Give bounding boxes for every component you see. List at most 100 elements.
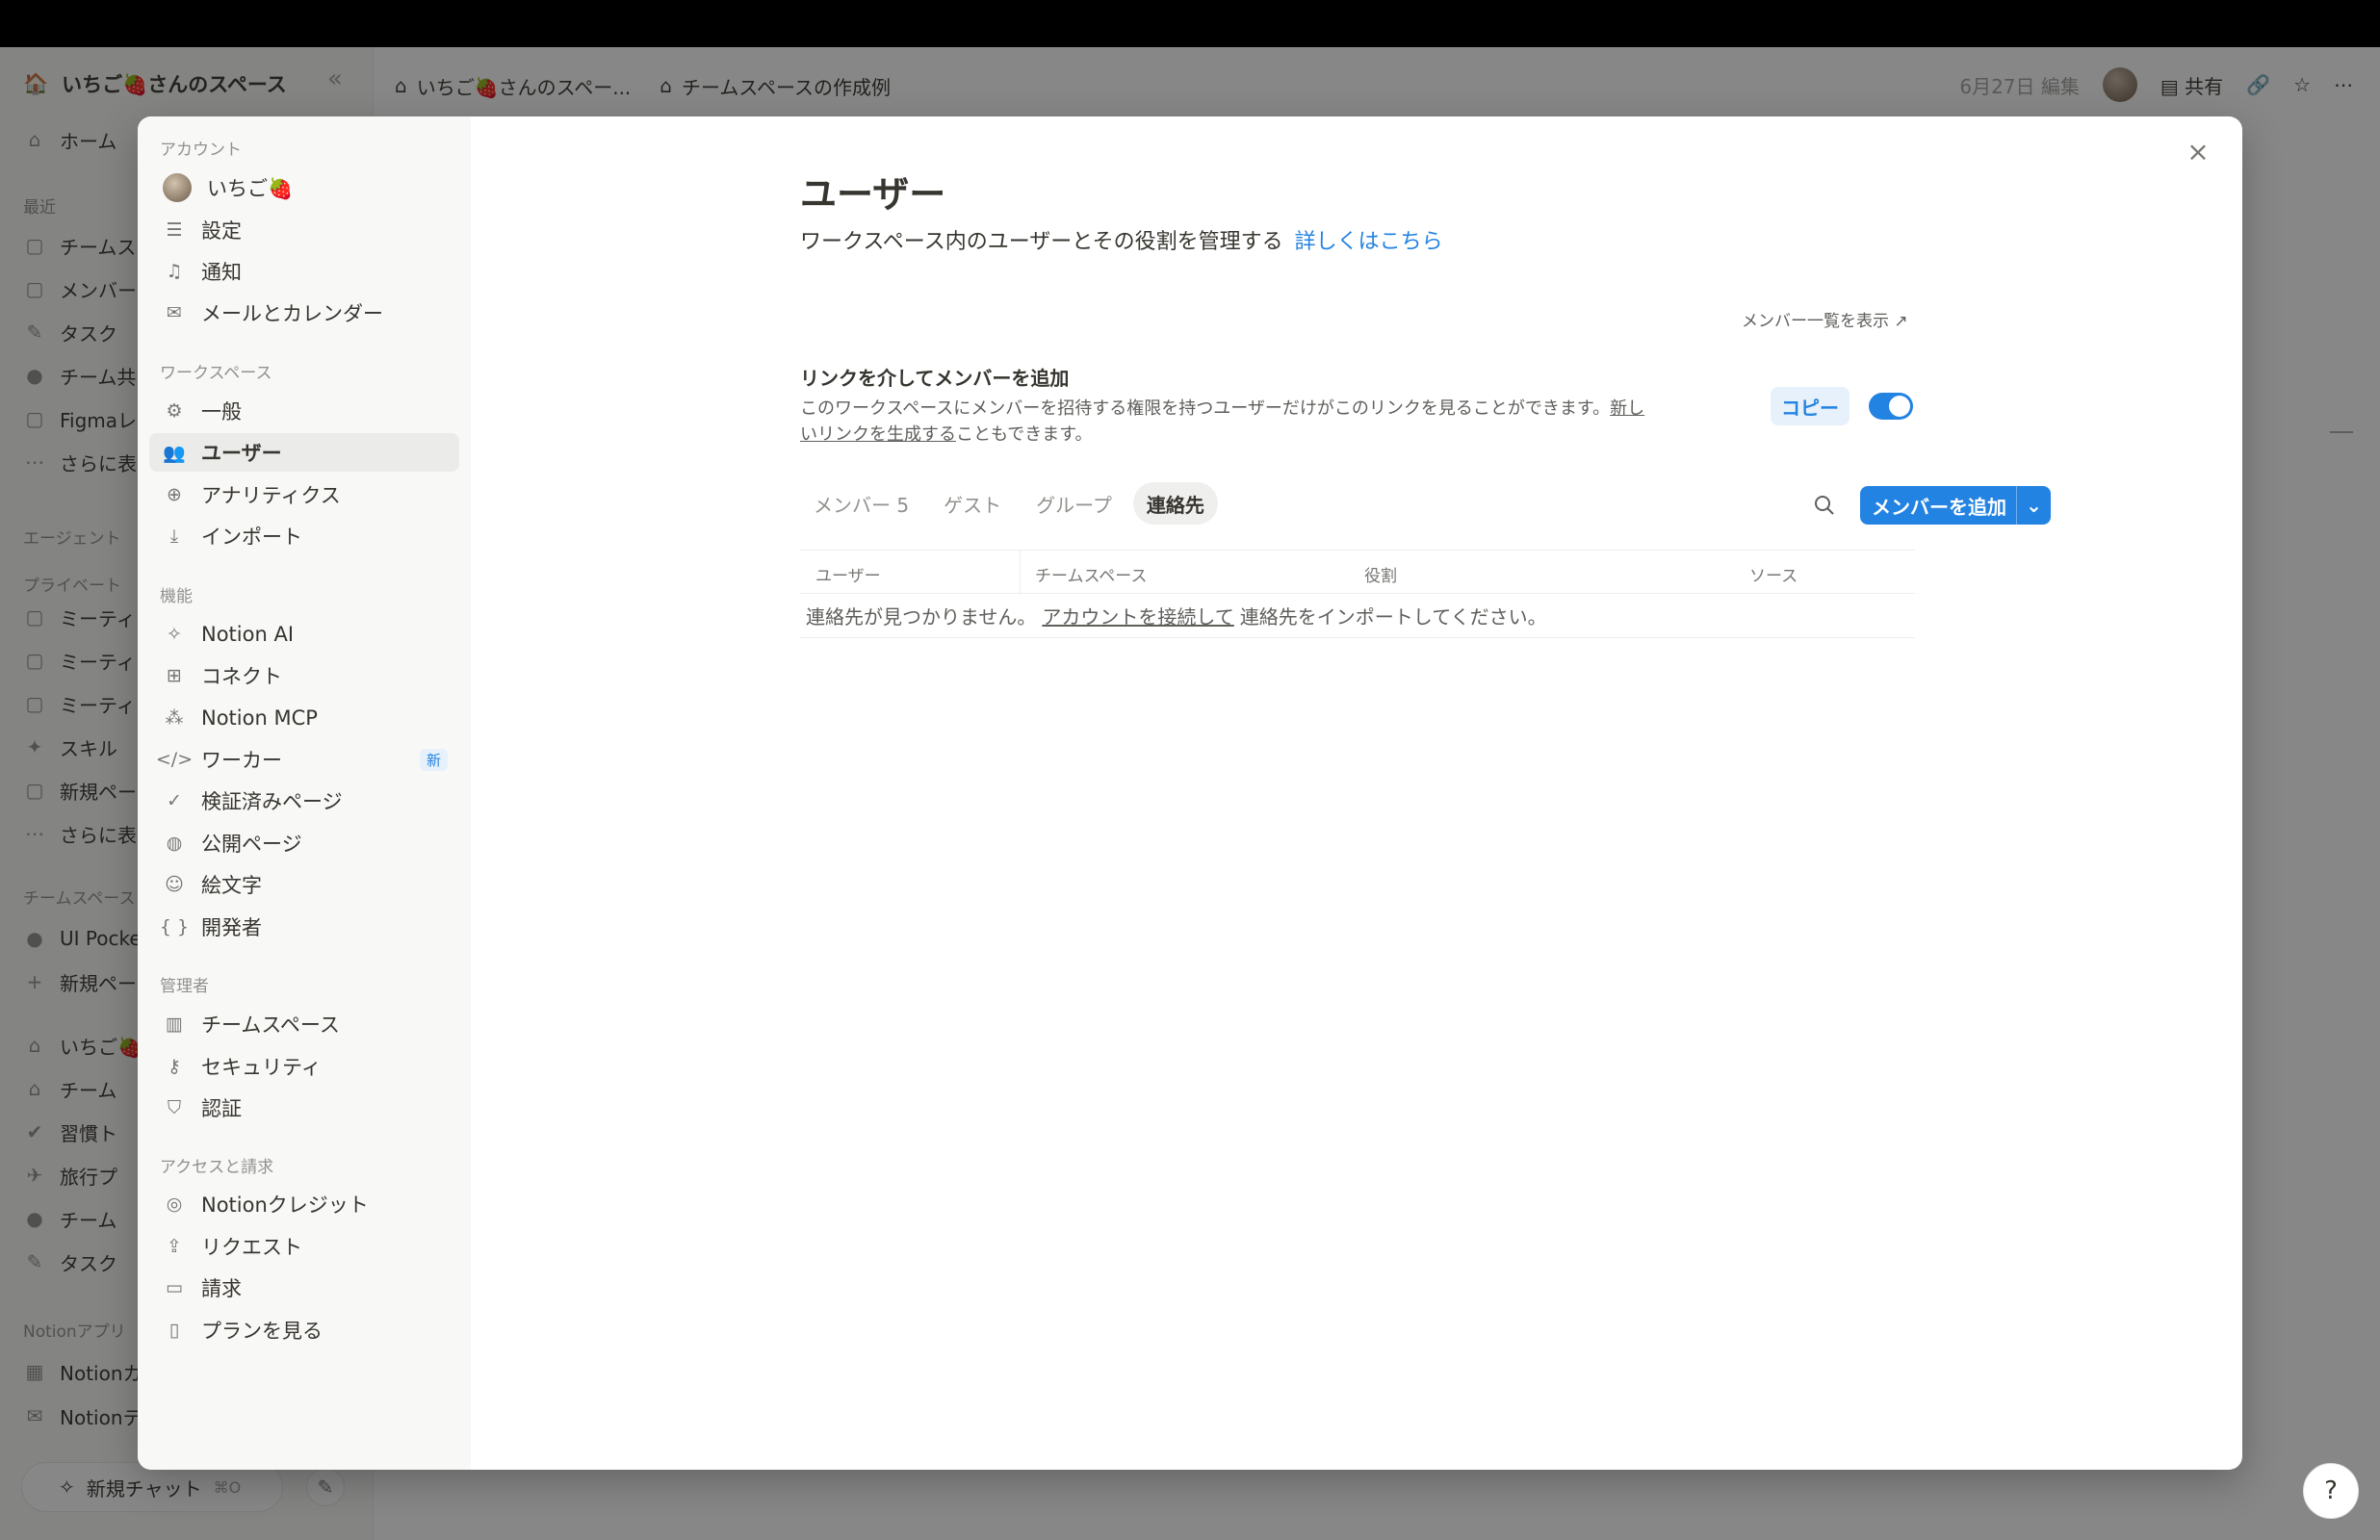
section-label-account: アカウント [160,141,242,160]
section-label-workspace: ワークスペース [160,364,272,383]
help-button[interactable]: ? [2303,1463,2359,1519]
settings-item-workers[interactable]: </> ワーカー 新 [149,740,459,779]
settings-item-connections[interactable]: ⊞ コネクト [149,656,459,695]
show-member-list-link[interactable]: メンバー一覧を表示 ↗ [1742,307,1908,331]
settings-item-label: 一般 [201,400,242,424]
add-member-button[interactable]: メンバーを追加 ⌄ [1860,486,2051,525]
settings-sidebar: アカウント いちご🍓 ☰ 設定 ♫ 通知 ✉ メールとカレンダー ワークスペース ⚙ 一… [138,116,471,1470]
settings-item-verified-pages[interactable]: ✓ 検証済みページ [149,782,459,820]
close-icon[interactable]: × [2181,134,2215,168]
settings-item-public-pages[interactable]: ◍ 公開ページ [149,824,459,862]
credit-icon: ◎ [166,1194,183,1215]
settings-item-plans[interactable]: ▯ プランを見る [149,1311,459,1349]
sliders-icon: ☰ [166,219,183,241]
download-icon: ⤓ [169,526,179,547]
settings-item-mcp[interactable]: ⁂ Notion MCP [149,699,459,737]
system-top-bar [0,0,2380,47]
settings-item-label: Notion AI [201,623,295,646]
settings-item-label: 認証 [201,1097,242,1120]
settings-item-label: ユーザー [201,442,282,465]
connect-account-link[interactable]: アカウントを接続して [1042,602,1233,629]
settings-item-notifications[interactable]: ♫ 通知 [149,252,459,291]
map-icon: ▯ [168,1320,180,1341]
settings-item-label: メールとカレンダー [201,302,383,325]
upload-icon: ⇪ [167,1236,182,1257]
invite-link-toggle[interactable] [1869,393,1913,420]
settings-item-billing[interactable]: ▭ 請求 [149,1269,459,1307]
settings-item-security[interactable]: ⚷ セキュリティ [149,1047,459,1086]
settings-item-label: 通知 [201,261,242,284]
column-header-role[interactable]: 役割 [1364,562,1397,586]
tab-members[interactable]: メンバー 5 [800,482,922,525]
page-subtitle: ワークスペース内のユーザーとその役割を管理する 詳しくはこちら [800,224,1443,255]
settings-item-label: リクエスト [201,1236,302,1259]
search-icon[interactable] [1811,492,1838,519]
settings-item-general[interactable]: ⚙ 一般 [149,392,459,430]
tab-guests[interactable]: ゲスト [930,482,1015,525]
settings-item-emoji[interactable]: ☺ 絵文字 [149,865,459,904]
smile-icon: ☺ [165,874,184,895]
settings-item-profile[interactable]: いちご🍓 [149,168,459,207]
settings-item-label: 開発者 [201,916,262,939]
column-header-teamspace[interactable]: チームスペース [1035,562,1147,586]
empty-state-text: 連絡先が見つかりません。 [806,605,1037,629]
braces-icon: { } [159,916,190,937]
invite-link-title: リンクを介してメンバーを追加 [800,367,1070,390]
gear-icon: ⚙ [166,400,183,422]
analytics-icon: ⊕ [167,484,182,505]
settings-item-teamspaces[interactable]: ▥ チームスペース [149,1005,459,1043]
settings-content: × ユーザー ワークスペース内のユーザーとその役割を管理する 詳しくはこちら メン… [471,116,2242,1470]
column-header-user[interactable]: ユーザー [815,562,881,586]
settings-item-credits[interactable]: ◎ Notionクレジット [149,1185,459,1223]
outline-marker [2330,431,2353,433]
contacts-table: ユーザー チームスペース 役割 ソース 連絡先が見つかりません。 アカウントを接続… [800,550,1915,638]
settings-item-identity[interactable]: ⛉ 認証 [149,1089,459,1127]
table-header: ユーザー チームスペース 役割 ソース [800,550,1915,595]
settings-item-analytics[interactable]: ⊕ アナリティクス [149,475,459,514]
settings-item-label: いちご🍓 [207,177,294,200]
tab-groups[interactable]: グループ [1022,482,1125,525]
invite-desc-text: このワークスペースにメンバーを招待する権限を持つユーザーだけがこのリンクを見るこ… [800,398,1611,419]
verified-icon: ✓ [167,790,182,811]
section-label-admin: 管理者 [160,977,209,996]
settings-item-label: Notion MCP [201,706,318,730]
settings-modal: アカウント いちご🍓 ☰ 設定 ♫ 通知 ✉ メールとカレンダー ワークスペース ⚙ 一… [138,116,2242,1470]
chevron-down-icon[interactable]: ⌄ [2016,486,2051,525]
settings-item-label: Notionクレジット [201,1194,369,1217]
settings-item-notion-ai[interactable]: ✧ Notion AI [149,615,459,654]
section-label-features: 機能 [160,587,193,606]
settings-item-label: ワーカー [201,749,282,772]
ai-icon: ✧ [167,624,182,645]
subtitle-text: ワークスペース内のユーザーとその役割を管理する [800,230,1283,254]
settings-item-mail-calendar[interactable]: ✉ メールとカレンダー [149,294,459,332]
settings-item-developers[interactable]: { } 開発者 [149,908,459,946]
settings-item-preferences[interactable]: ☰ 設定 [149,211,459,249]
page-title: ユーザー [800,173,946,216]
section-label-billing: アクセスと請求 [160,1158,274,1177]
invite-link-description: このワークスペースにメンバーを招待する権限を持つユーザーだけがこのリンクを見るこ… [800,396,1647,448]
settings-item-users[interactable]: 👥 ユーザー [149,433,459,472]
settings-item-label: アナリティクス [201,484,341,507]
tab-contacts[interactable]: 連絡先 [1132,482,1218,525]
invite-desc-text: こともできます。 [956,424,1093,445]
learn-more-link[interactable]: 詳しくはこちら [1295,230,1443,254]
settings-item-label: 公開ページ [201,833,302,856]
bell-icon: ♫ [166,261,183,282]
settings-item-import[interactable]: ⤓ インポート [149,517,459,555]
column-header-source[interactable]: ソース [1749,562,1798,586]
copy-link-button[interactable]: コピー [1771,387,1850,425]
user-tabs: メンバー 5 ゲスト グループ 連絡先 [800,482,1218,525]
settings-item-requests[interactable]: ⇪ リクエスト [149,1227,459,1266]
settings-item-label: チームスペース [201,1014,340,1037]
add-member-label: メンバーを追加 [1872,495,2006,519]
grid-icon: ⊞ [167,665,182,686]
settings-item-label: インポート [201,526,302,549]
settings-item-label: プランを見る [201,1320,323,1343]
settings-item-label: 請求 [201,1277,242,1300]
settings-item-label: セキュリティ [201,1056,322,1079]
settings-item-label: 設定 [201,219,242,243]
mail-icon: ✉ [167,302,182,323]
empty-state-row: 連絡先が見つかりません。 アカウントを接続して 連絡先をインポートしてください。 [800,594,1915,638]
settings-item-label: 絵文字 [201,874,262,897]
empty-state-text: 連絡先をインポートしてください。 [1239,605,1547,629]
